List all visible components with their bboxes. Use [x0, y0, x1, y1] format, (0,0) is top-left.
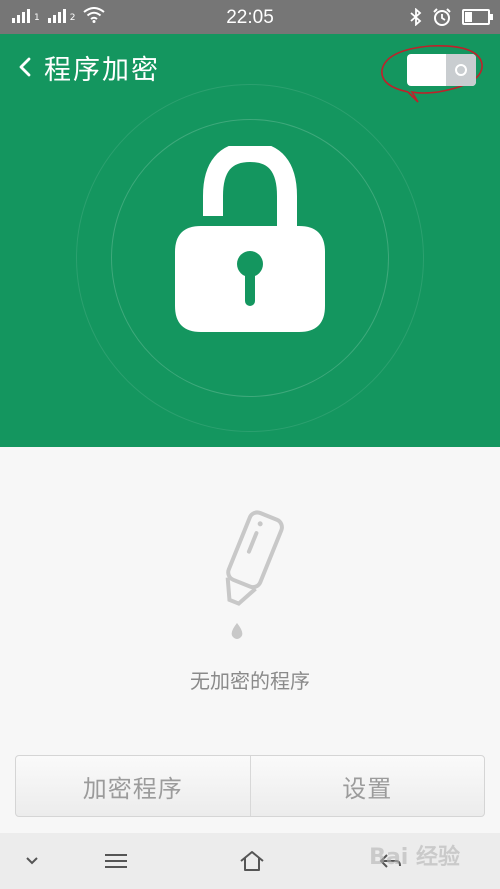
page-title: 程序加密 — [44, 55, 160, 86]
nav-home[interactable] — [232, 833, 272, 889]
watermark-logo: Bai 经验 — [369, 845, 460, 870]
settings-button[interactable]: 设置 — [249, 756, 485, 816]
nav-menu[interactable] — [96, 833, 136, 889]
toggle-switch[interactable] — [407, 54, 476, 86]
bottle-drop-icon — [225, 510, 284, 639]
status-bar: 1 2 22:05 — [0, 0, 500, 34]
menu-icon — [105, 854, 127, 868]
encrypt-apps-button[interactable]: 加密程序 — [16, 756, 250, 816]
battery-icon — [462, 9, 493, 25]
chevron-left-icon[interactable] — [14, 52, 38, 82]
status-icons — [410, 7, 493, 27]
bluetooth-icon — [410, 8, 422, 26]
hero-header: 程序加密 — [0, 34, 500, 447]
home-icon — [240, 851, 264, 871]
chevron-down-icon — [26, 857, 38, 865]
action-buttons: 加密程序 设置 — [15, 755, 485, 817]
alarm-icon — [433, 8, 451, 26]
nav-collapse[interactable] — [14, 833, 50, 889]
encryption-toggle[interactable] — [378, 40, 484, 104]
padlock-open-icon — [175, 146, 325, 332]
empty-message: 无加密的程序 — [190, 669, 310, 693]
navigation-bar: Bai 经验 — [0, 833, 500, 889]
